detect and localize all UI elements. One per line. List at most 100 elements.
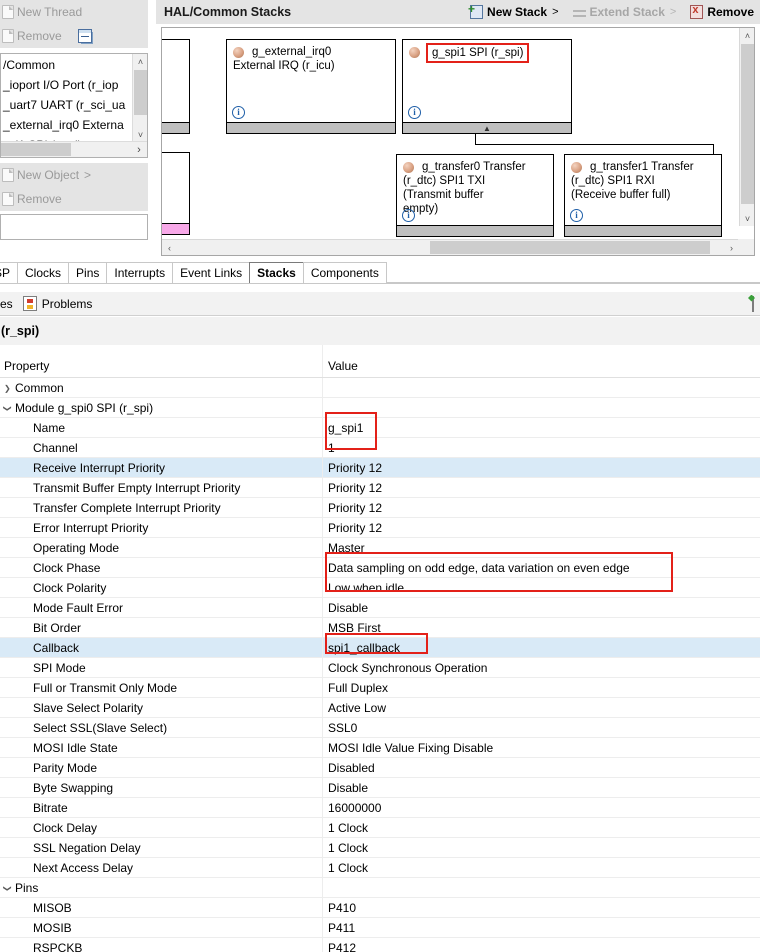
table-row[interactable]: Transmit Buffer Empty Interrupt Priority…	[0, 478, 760, 498]
view-menu-button[interactable]	[752, 297, 754, 311]
table-row[interactable]: MOSI Idle State MOSI Idle Value Fixing D…	[0, 738, 760, 758]
stack-node-external-irq[interactable]: g_external_irq0 External IRQ (r_icu) i	[226, 39, 396, 134]
property-value[interactable]: Disable	[323, 598, 760, 617]
property-value[interactable]: P410	[323, 898, 760, 917]
thread-tree-item[interactable]: _uart7 UART (r_sci_ua	[1, 95, 147, 115]
thread-tree[interactable]: /Common _ioport I/O Port (r_iop _uart7 U…	[0, 53, 148, 158]
table-row[interactable]: Common	[0, 378, 760, 398]
canvas-hscrollbar[interactable]: ‹ ›	[162, 239, 739, 255]
tab-pins[interactable]: Pins	[68, 262, 107, 283]
chevron-down-icon[interactable]	[4, 403, 15, 413]
thread-tree-item[interactable]: /Common	[1, 55, 147, 75]
tab-interrupts[interactable]: Interrupts	[106, 262, 173, 283]
property-value[interactable]: MOSI Idle Value Fixing Disable	[323, 738, 760, 757]
property-value[interactable]: P411	[323, 918, 760, 937]
info-icon[interactable]: i	[402, 209, 415, 222]
remove-thread-button[interactable]: Remove	[0, 24, 148, 48]
thread-tree-hscrollbar[interactable]: ›	[1, 141, 147, 157]
property-value[interactable]: Disable	[323, 778, 760, 797]
tab-clocks[interactable]: Clocks	[17, 262, 69, 283]
stacks-canvas[interactable]: g_external_irq0 External IRQ (r_icu) i g…	[161, 27, 755, 256]
table-row[interactable]: Pins	[0, 878, 760, 898]
table-row[interactable]: RSPCKB P412	[0, 938, 760, 952]
property-value[interactable]: SSL0	[323, 718, 760, 737]
table-row[interactable]: Module g_spi0 SPI (r_spi)	[0, 398, 760, 418]
table-row[interactable]: Clock Phase Data sampling on odd edge, d…	[0, 558, 760, 578]
property-value[interactable]: MSB First	[323, 618, 760, 637]
property-value[interactable]: g_spi1	[323, 418, 760, 437]
thread-tree-item[interactable]: _external_irq0 Externa	[1, 115, 147, 135]
table-row[interactable]: Bit Order MSB First	[0, 618, 760, 638]
chevron-down-icon[interactable]	[4, 883, 15, 893]
table-row[interactable]: MISOB P410	[0, 898, 760, 918]
collapse-marker-icon[interactable]: ▲	[403, 123, 571, 134]
property-value[interactable]: 1 Clock	[323, 838, 760, 857]
thread-tree-item[interactable]: _ioport I/O Port (r_iop	[1, 75, 147, 95]
property-value[interactable]: Master	[323, 538, 760, 557]
scroll-left-icon[interactable]: ‹	[162, 240, 177, 255]
scroll-up-icon[interactable]: ˄	[133, 54, 148, 69]
property-value[interactable]: Priority 12	[323, 498, 760, 517]
stack-node-partial-top[interactable]	[161, 39, 190, 134]
tab-event-links[interactable]: Event Links	[172, 262, 250, 283]
tab-sp[interactable]: SP	[0, 262, 18, 283]
new-thread-button[interactable]: New Thread	[0, 0, 148, 24]
table-row[interactable]: Clock Polarity Low when idle	[0, 578, 760, 598]
property-value[interactable]: 16000000	[323, 798, 760, 817]
property-value[interactable]: 1 Clock	[323, 858, 760, 877]
property-value[interactable]: 1 Clock	[323, 818, 760, 837]
scroll-down-icon[interactable]: ˅	[133, 127, 148, 142]
property-value[interactable]	[323, 378, 760, 397]
remove-object-button[interactable]: Remove	[0, 187, 148, 211]
scroll-thumb[interactable]	[1, 143, 71, 156]
tab-components[interactable]: Components	[303, 262, 387, 283]
info-icon[interactable]: i	[408, 106, 421, 119]
stack-node-spi[interactable]: g_spi1 SPI (r_spi) i ▲	[402, 39, 572, 134]
new-object-button[interactable]: New Object >	[0, 163, 148, 187]
stack-node-footer[interactable]: ▲	[403, 122, 571, 133]
table-row[interactable]: Callback spi1_callback	[0, 638, 760, 658]
new-stack-button[interactable]: New Stack >	[470, 5, 558, 19]
property-value[interactable]: Full Duplex	[323, 678, 760, 697]
property-value[interactable]: 1	[323, 438, 760, 457]
thread-tree-vscrollbar[interactable]: ˄ ˅	[132, 54, 147, 142]
scroll-thumb[interactable]	[134, 70, 147, 115]
table-row[interactable]: Bitrate 16000000	[0, 798, 760, 818]
property-value[interactable]	[323, 398, 760, 417]
property-value[interactable]: Disabled	[323, 758, 760, 777]
property-value[interactable]: Priority 12	[323, 518, 760, 537]
table-row[interactable]: Mode Fault Error Disable	[0, 598, 760, 618]
table-row[interactable]: SSL Negation Delay 1 Clock	[0, 838, 760, 858]
stack-node-partial-bottom[interactable]: r for t ]	[161, 152, 190, 235]
table-row[interactable]: Error Interrupt Priority Priority 12	[0, 518, 760, 538]
table-row[interactable]: Byte Swapping Disable	[0, 778, 760, 798]
property-value[interactable]	[323, 878, 760, 897]
table-row[interactable]: SPI Mode Clock Synchronous Operation	[0, 658, 760, 678]
scroll-right-icon[interactable]: ›	[724, 240, 739, 255]
view-tab-problems[interactable]: Problems	[13, 296, 93, 311]
table-row[interactable]: Next Access Delay 1 Clock	[0, 858, 760, 878]
objects-list[interactable]	[0, 214, 148, 240]
tab-stacks[interactable]: Stacks	[249, 262, 304, 283]
info-icon[interactable]: i	[570, 209, 583, 222]
info-icon[interactable]: i	[232, 106, 245, 119]
table-row[interactable]: Channel 1	[0, 438, 760, 458]
table-row[interactable]: MOSIB P411	[0, 918, 760, 938]
scroll-up-icon[interactable]: ˄	[740, 28, 755, 43]
stack-node-transfer0[interactable]: g_transfer0 Transfer (r_dtc) SPI1 TXI (T…	[396, 154, 554, 237]
table-row[interactable]: Full or Transmit Only Mode Full Duplex	[0, 678, 760, 698]
table-row[interactable]: Select SSL(Slave Select) SSL0	[0, 718, 760, 738]
extend-stack-button[interactable]: Extend Stack >	[573, 5, 677, 19]
table-row[interactable]: Transfer Complete Interrupt Priority Pri…	[0, 498, 760, 518]
property-value[interactable]: spi1_callback	[323, 638, 760, 657]
scroll-down-icon[interactable]: ˅	[740, 211, 755, 226]
scroll-thumb[interactable]	[741, 44, 754, 204]
table-row[interactable]: Parity Mode Disabled	[0, 758, 760, 778]
scroll-right-icon[interactable]: ›	[131, 142, 147, 157]
property-value[interactable]: Clock Synchronous Operation	[323, 658, 760, 677]
chevron-right-icon[interactable]	[4, 383, 15, 393]
property-value[interactable]: Data sampling on odd edge, data variatio…	[323, 558, 760, 577]
scroll-thumb[interactable]	[430, 241, 710, 254]
remove-stack-button[interactable]: Remove	[690, 5, 754, 19]
property-value[interactable]: Priority 12	[323, 458, 760, 477]
